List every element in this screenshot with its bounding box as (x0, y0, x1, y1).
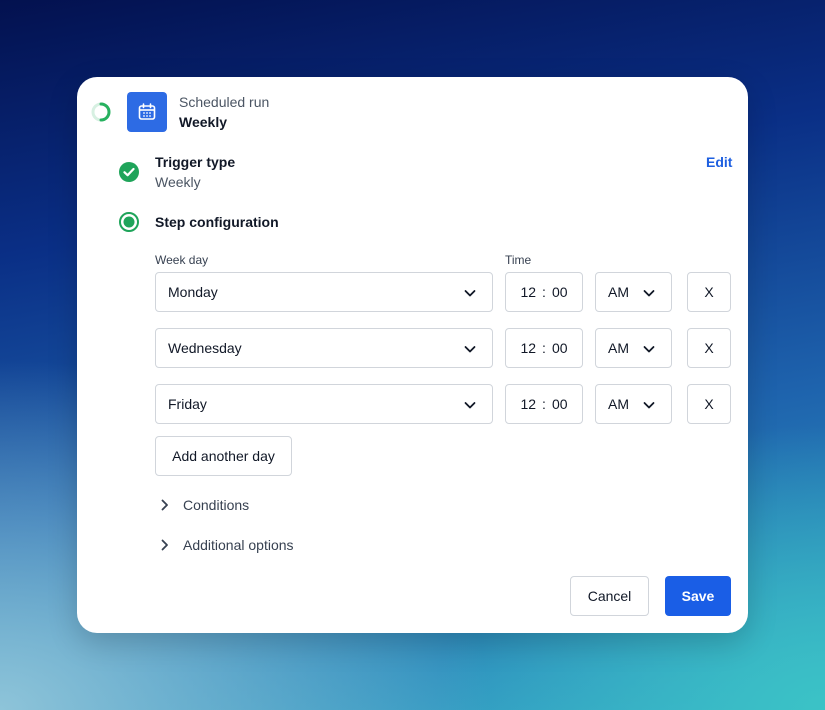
ampm-select[interactable]: AM (595, 272, 672, 312)
ampm-select[interactable]: AM (595, 328, 672, 368)
chevron-down-icon (643, 290, 655, 297)
time-minute[interactable]: 00 (552, 284, 568, 300)
weekday-select-value: Monday (168, 284, 218, 300)
weekday-select[interactable]: Friday (155, 384, 493, 424)
time-hour[interactable]: 12 (520, 340, 536, 356)
time-separator: : (542, 340, 546, 356)
header-subtitle: Scheduled run (179, 94, 270, 110)
ampm-select[interactable]: AM (595, 384, 672, 424)
time-label: Time (505, 253, 532, 267)
header-title: Weekly (179, 114, 227, 130)
time-input[interactable]: 12:00 (505, 328, 583, 368)
chevron-right-icon (161, 499, 168, 511)
time-separator: : (542, 396, 546, 412)
chevron-right-icon (161, 539, 168, 551)
edit-link[interactable]: Edit (706, 154, 732, 170)
ampm-select-value: AM (608, 284, 629, 300)
chevron-down-icon (643, 346, 655, 353)
chevron-down-icon (643, 402, 655, 409)
step-configuration-label: Step configuration (155, 214, 279, 230)
weekday-select-value: Friday (168, 396, 207, 412)
time-minute[interactable]: 00 (552, 340, 568, 356)
remove-day-button[interactable]: X (687, 328, 731, 368)
spinner-icon (91, 102, 111, 122)
time-hour[interactable]: 12 (520, 396, 536, 412)
weekday-select[interactable]: Monday (155, 272, 493, 312)
additional-options-expander[interactable]: Additional options (161, 537, 294, 553)
check-circle-icon (119, 162, 139, 182)
remove-day-button[interactable]: X (687, 272, 731, 312)
weekday-select[interactable]: Wednesday (155, 328, 493, 368)
trigger-type-label: Trigger type (155, 154, 236, 170)
chevron-down-icon (464, 290, 476, 297)
ampm-select-value: AM (608, 340, 629, 356)
chevron-down-icon (464, 402, 476, 409)
conditions-label: Conditions (183, 497, 250, 513)
time-input[interactable]: 12:00 (505, 384, 583, 424)
conditions-expander[interactable]: Conditions (161, 497, 249, 513)
save-button[interactable]: Save (665, 576, 731, 616)
radio-active-icon (119, 212, 139, 232)
weekday-select-value: Wednesday (168, 340, 242, 356)
additional-options-label: Additional options (183, 537, 294, 553)
scheduled-run-card: Scheduled run Weekly Trigger type Weekly… (77, 77, 748, 633)
time-hour[interactable]: 12 (520, 284, 536, 300)
chevron-down-icon (464, 346, 476, 353)
add-another-day-button[interactable]: Add another day (155, 436, 292, 476)
ampm-select-value: AM (608, 396, 629, 412)
trigger-type-value: Weekly (155, 174, 201, 190)
time-minute[interactable]: 00 (552, 396, 568, 412)
cancel-button[interactable]: Cancel (570, 576, 649, 616)
time-separator: : (542, 284, 546, 300)
time-input[interactable]: 12:00 (505, 272, 583, 312)
remove-day-button[interactable]: X (687, 384, 731, 424)
calendar-icon (127, 92, 167, 132)
week-day-label: Week day (155, 253, 209, 267)
